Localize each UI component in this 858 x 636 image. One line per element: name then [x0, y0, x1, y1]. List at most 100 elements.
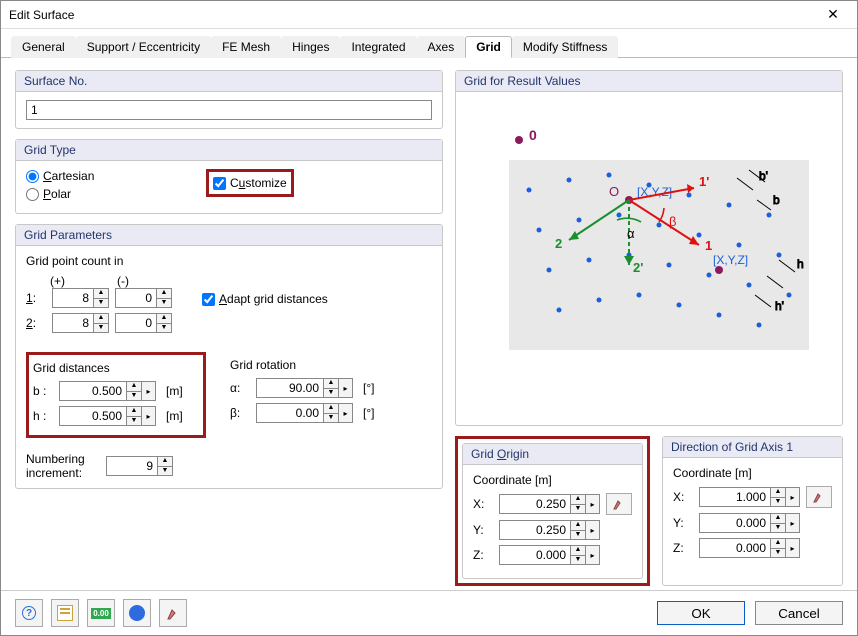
tab-femesh[interactable]: FE Mesh [211, 36, 281, 58]
note-button[interactable] [51, 599, 79, 627]
origin-y-spin[interactable]: ▲▼ ▸ [499, 520, 600, 540]
axis1-y-picker-icon[interactable]: ▸ [785, 514, 799, 532]
checkbox-customize[interactable]: Customize [213, 176, 287, 190]
tab-axes[interactable]: Axes [417, 36, 466, 58]
numbering-input[interactable] [107, 457, 157, 475]
tab-hinges[interactable]: Hinges [281, 36, 340, 58]
checkbox-customize-label: Customize [230, 176, 287, 190]
alpha-picker-icon[interactable]: ▸ [338, 379, 352, 397]
tab-general[interactable]: General [11, 36, 76, 58]
axis1-x-input[interactable] [700, 488, 770, 506]
h-input[interactable] [60, 407, 126, 425]
axis1-x-label: X: [673, 490, 693, 504]
row2-label: 2: [26, 316, 46, 330]
origin-z-picker-icon[interactable]: ▸ [585, 546, 599, 564]
units-button[interactable]: 0.00 [87, 599, 115, 627]
minus-label: (-) [117, 274, 129, 288]
axis1-y-input[interactable] [700, 514, 770, 532]
radio-polar[interactable]: Polar [26, 187, 206, 201]
axis1-coord-label: Coordinate [m] [673, 466, 832, 480]
beta-picker-icon[interactable]: ▸ [338, 404, 352, 422]
b-spin[interactable]: ▲▼ ▸ [59, 381, 156, 401]
h-label: h : [33, 409, 53, 423]
question-icon: ? [22, 606, 36, 620]
axis1-z-picker-icon[interactable]: ▸ [785, 539, 799, 557]
axis1-x-spin[interactable]: ▲▼ ▸ [699, 487, 800, 507]
origin-y-input[interactable] [500, 521, 570, 539]
radio-polar-label: Polar [43, 187, 71, 201]
svg-text:1': 1' [699, 174, 709, 189]
svg-text:α: α [627, 226, 635, 241]
preview-header: Grid for Result Values [456, 71, 842, 92]
eye-icon [129, 605, 145, 621]
grid-type-header: Grid Type [16, 140, 442, 161]
row2-plus-spin[interactable]: ▲▼ [52, 313, 109, 333]
svg-text:b: b [773, 193, 780, 207]
grid-type-group: Grid Type Cartesian Polar [15, 139, 443, 214]
axis1-x-picker-icon[interactable]: ▸ [785, 488, 799, 506]
b-input[interactable] [60, 382, 126, 400]
b-unit: [m] [166, 384, 183, 398]
row1-minus-spin[interactable]: ▲▼ [115, 288, 172, 308]
checkbox-customize-input[interactable] [213, 177, 226, 190]
grid-distances-header: Grid distances [33, 361, 199, 375]
checkbox-adapt[interactable]: Adapt grid distances [202, 292, 328, 306]
surface-no-group: Surface No. [15, 70, 443, 129]
alpha-unit: [°] [363, 381, 374, 395]
picker-icon [165, 605, 181, 621]
axis1-y-spin[interactable]: ▲▼ ▸ [699, 513, 800, 533]
axis1-pick-button[interactable] [806, 486, 832, 508]
plus-label: (+) [50, 274, 65, 288]
origin-x-input[interactable] [500, 495, 570, 513]
h-picker-icon[interactable]: ▸ [141, 407, 155, 425]
svg-text:2': 2' [633, 260, 643, 275]
numbering-spin[interactable]: ▲▼ [106, 456, 173, 476]
axis1-z-spin[interactable]: ▲▼ ▸ [699, 538, 800, 558]
origin-x-spin[interactable]: ▲▼ ▸ [499, 494, 600, 514]
row1-minus-input[interactable] [116, 289, 156, 307]
checkbox-adapt-label: Adapt grid distances [219, 292, 328, 306]
h-unit: [m] [166, 409, 183, 423]
grid-point-count-label: Grid point count in [26, 254, 432, 268]
ok-button[interactable]: OK [657, 601, 745, 625]
row2-plus-input[interactable] [53, 314, 93, 332]
origin-pick-button[interactable] [606, 493, 632, 515]
radio-cartesian-input[interactable] [26, 170, 39, 183]
svg-text:0: 0 [529, 127, 537, 143]
tab-grid[interactable]: Grid [465, 36, 512, 58]
row1-plus-spin[interactable]: ▲▼ [52, 288, 109, 308]
help-button[interactable]: ? [15, 599, 43, 627]
tab-modstiff[interactable]: Modify Stiffness [512, 36, 618, 58]
b-picker-icon[interactable]: ▸ [141, 382, 155, 400]
alpha-input[interactable] [257, 379, 323, 397]
pick-tool-button[interactable] [159, 599, 187, 627]
window-title: Edit Surface [9, 8, 817, 22]
radio-cartesian[interactable]: Cartesian [26, 169, 206, 183]
origin-z-input[interactable] [500, 546, 570, 564]
tab-integrated[interactable]: Integrated [340, 36, 416, 58]
numbering-label: Numbering increment: [26, 452, 96, 480]
radio-polar-input[interactable] [26, 188, 39, 201]
svg-text:b': b' [759, 169, 768, 183]
beta-input[interactable] [257, 404, 323, 422]
origin-y-picker-icon[interactable]: ▸ [585, 521, 599, 539]
svg-text:h: h [797, 257, 804, 271]
alpha-spin[interactable]: ▲▼ ▸ [256, 378, 353, 398]
origin-x-picker-icon[interactable]: ▸ [585, 495, 599, 513]
row1-plus-input[interactable] [53, 289, 93, 307]
view-button[interactable] [123, 599, 151, 627]
h-spin[interactable]: ▲▼ ▸ [59, 406, 156, 426]
tab-support[interactable]: Support / Eccentricity [76, 36, 211, 58]
axis1-z-input[interactable] [700, 539, 770, 557]
alpha-label: α: [230, 381, 250, 395]
row2-minus-input[interactable] [116, 314, 156, 332]
cancel-button[interactable]: Cancel [755, 601, 843, 625]
checkbox-adapt-input[interactable] [202, 293, 215, 306]
close-icon[interactable]: ✕ [817, 4, 849, 26]
origin-x-label: X: [473, 497, 493, 511]
surface-no-input[interactable] [26, 100, 432, 120]
origin-z-spin[interactable]: ▲▼ ▸ [499, 545, 600, 565]
row2-minus-spin[interactable]: ▲▼ [115, 313, 172, 333]
beta-spin[interactable]: ▲▼ ▸ [256, 403, 353, 423]
svg-text:[X,Y,Z]: [X,Y,Z] [713, 253, 748, 267]
